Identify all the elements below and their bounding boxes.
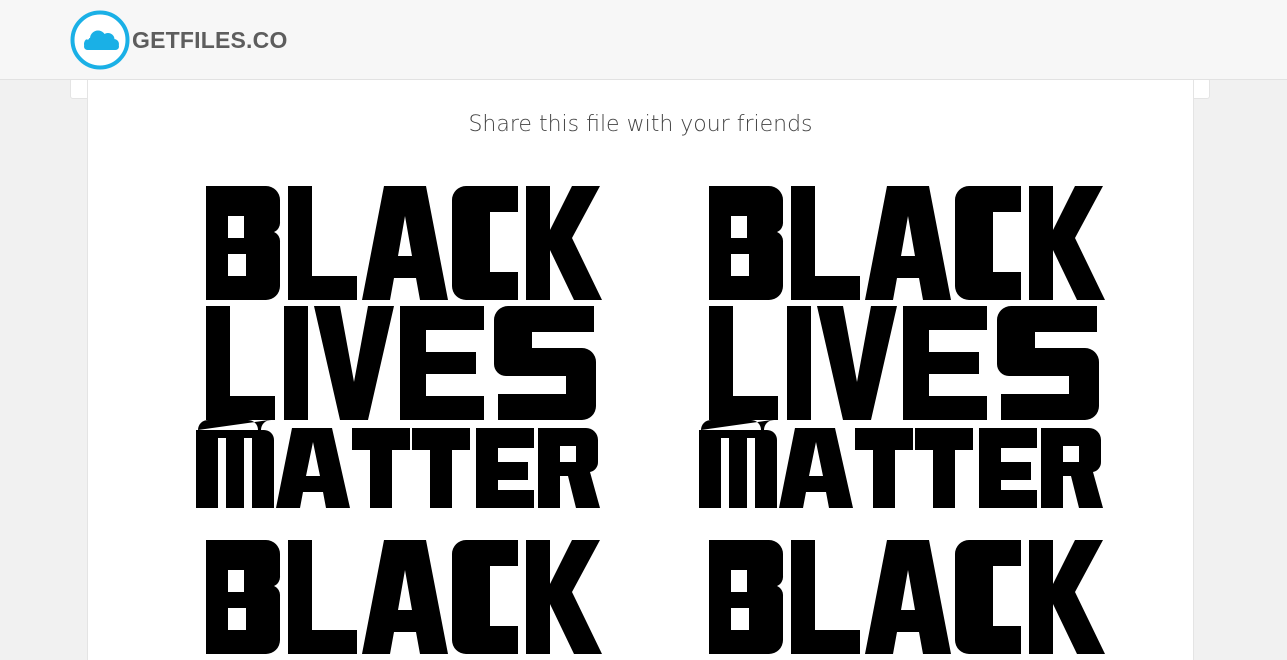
site-header: GETFILES.CO xyxy=(0,0,1287,80)
poster-word-black xyxy=(206,186,602,300)
poster-word-lives xyxy=(206,306,596,420)
preview-column-left xyxy=(196,186,602,654)
file-preview-image[interactable] xyxy=(196,180,1110,660)
preview-column-right xyxy=(699,186,1105,654)
share-heading: Share this file with your friends xyxy=(468,112,813,137)
poster-word-matter xyxy=(196,420,600,508)
brand-logo-link[interactable]: GETFILES.CO xyxy=(70,10,288,70)
share-card: Share this file with your friends xyxy=(87,80,1194,660)
cloud-icon xyxy=(70,10,130,70)
brand-name: GETFILES.CO xyxy=(132,26,288,53)
poster-word-black xyxy=(206,540,602,654)
